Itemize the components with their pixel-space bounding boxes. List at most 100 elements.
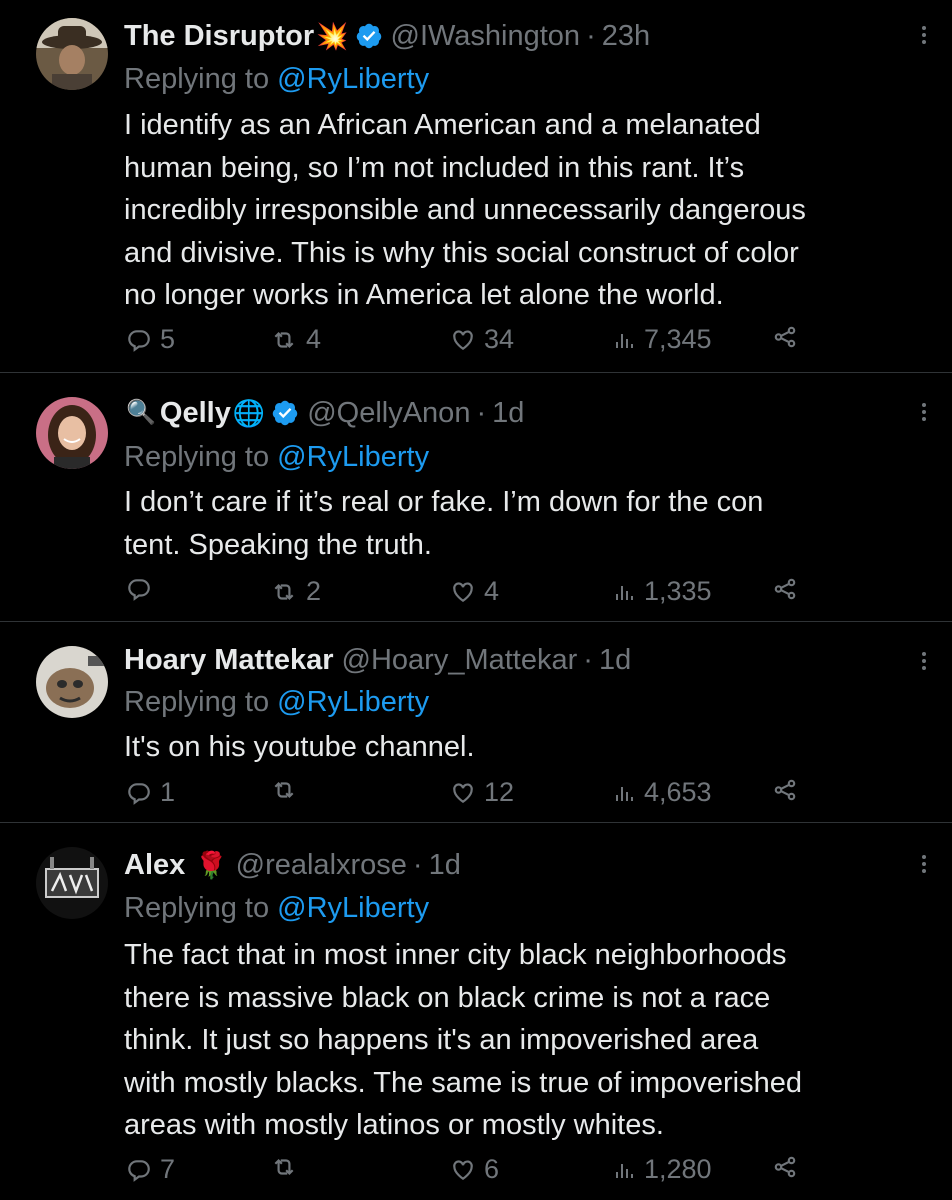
views-button[interactable]: 1,335 [612,576,712,607]
reply-button[interactable]: 5 [126,324,175,355]
retweet-button[interactable]: 2 [270,576,321,607]
display-name[interactable]: The Disruptor [124,18,314,54]
reply-icon [128,329,150,352]
mention-link[interactable]: @RyLiberty [277,441,429,473]
separator-dot: · [476,397,487,429]
views-icon [616,786,633,801]
like-count: 6 [484,1154,500,1184]
replying-to-label: Replying to [124,892,270,924]
tweet-actions: 5 4 34 7,345 [0,324,952,364]
retweet-button[interactable]: 4 [270,324,321,355]
user-handle[interactable]: @IWashington [391,18,581,54]
mention-link[interactable]: @RyLiberty [277,686,429,718]
view-count: 7,345 [644,324,712,354]
view-count: 4,653 [644,777,712,807]
retweet-count: 4 [306,324,322,354]
share-icon [774,578,796,600]
tweet[interactable]: 🔍 Qelly 🌐 @QellyAnon · 1d Replying to @R… [0,373,952,621]
heart-icon [453,582,473,602]
separator-dot: · [586,20,596,52]
reply-button[interactable]: 7 [126,1154,175,1185]
replying-to: Replying to @RyLiberty [124,890,429,926]
reply-count: 7 [160,1154,176,1184]
timestamp[interactable]: 1d [492,395,524,431]
retweet-button[interactable] [270,1154,306,1180]
replying-to: Replying to @RyLiberty [124,684,429,720]
heart-icon [453,1160,473,1180]
timestamp[interactable]: 1d [599,642,631,678]
retweet-button[interactable] [270,777,306,803]
heart-icon [453,783,473,803]
tweet-actions: 1 12 4,653 [0,777,952,817]
reply-button[interactable]: 1 [126,777,175,808]
timestamp[interactable]: 1d [429,847,461,883]
tweet[interactable]: The Disruptor 💥 @IWashington · 23h Reply… [0,0,952,372]
like-count: 34 [484,324,515,354]
avatar[interactable] [36,397,108,469]
share-button[interactable] [772,576,798,602]
views-button[interactable]: 4,653 [612,777,712,808]
more-options-icon[interactable] [920,403,928,424]
reply-icon [128,579,150,601]
graffiti-avatar-icon [36,847,108,919]
tweet-actions: 7 6 1,280 [0,1154,952,1194]
display-name[interactable]: Qelly [160,395,231,431]
retweet-count: 2 [306,576,322,606]
tweet-text: The fact that in most inner city black n… [124,939,803,1141]
like-button[interactable]: 34 [450,324,514,355]
reply-count: 5 [160,324,176,354]
reply-button[interactable] [126,576,160,602]
mention-link[interactable]: @RyLiberty [277,892,429,924]
avatar[interactable] [36,646,108,718]
tweet-text: It's on his youtube channel. [124,731,475,763]
tweet-text: I don’t care if it’s real or fake. I’m d… [124,486,764,561]
replying-to-label: Replying to [124,686,270,718]
user-handle[interactable]: @QellyAnon [307,395,470,431]
timestamp[interactable]: 23h [602,18,650,54]
share-button[interactable] [772,324,798,350]
like-button[interactable]: 6 [450,1154,499,1185]
more-options-icon[interactable] [920,652,928,673]
reply-icon [128,782,150,805]
verified-badge-icon [271,399,299,427]
creature-avatar-icon [36,646,108,718]
like-button[interactable]: 12 [450,777,514,808]
avatar[interactable] [36,847,108,919]
separator-dot: · [583,644,593,676]
view-count: 1,280 [644,1154,712,1184]
share-button[interactable] [772,1154,798,1180]
view-count: 1,335 [644,576,712,606]
like-count: 12 [484,777,515,807]
share-button[interactable] [772,777,798,803]
name-emoji: 🌐 [232,398,266,428]
user-handle[interactable]: @Hoary_Mattekar [342,642,578,678]
tweet[interactable]: Hoary Mattekar @Hoary_Mattekar · 1d Repl… [0,622,952,822]
retweet-icon [274,781,294,799]
like-button[interactable]: 4 [450,576,499,607]
user-handle[interactable]: @realalxrose [236,847,407,883]
like-count: 4 [484,576,500,606]
share-icon [774,326,796,348]
retweet-icon [274,583,294,600]
more-options-icon[interactable] [920,26,928,47]
display-name[interactable]: Alex [124,847,185,883]
views-icon [616,585,633,600]
mention-link[interactable]: @RyLiberty [277,63,429,95]
more-options-icon[interactable] [920,855,928,876]
retweet-icon [274,1158,294,1176]
avatar[interactable] [36,18,108,90]
share-icon [774,1156,796,1178]
tweet[interactable]: Alex 🌹 @realalxrose · 1d Replying to @Ry… [0,823,952,1200]
replying-to-label: Replying to [124,441,270,473]
views-button[interactable]: 1,280 [612,1154,712,1185]
name-prefix-emoji: 🔍 [126,399,156,426]
views-icon [616,333,633,348]
name-emoji: 💥 [316,21,349,51]
heart-icon [453,330,473,350]
share-icon [774,779,796,801]
views-button[interactable]: 7,345 [612,324,712,355]
replying-to-label: Replying to [124,63,270,95]
tweet-text: I identify as an African American and a … [124,109,806,311]
display-name[interactable]: Hoary Mattekar [124,642,334,678]
cowboy-hat-avatar-icon [36,18,108,90]
